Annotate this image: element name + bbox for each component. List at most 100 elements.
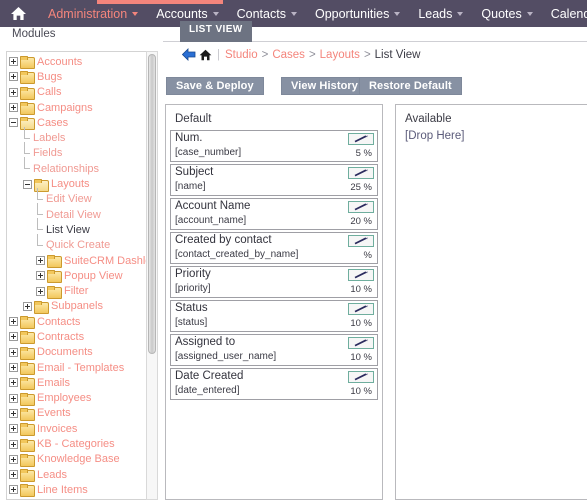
available-drop-target[interactable]: [Drop Here] bbox=[405, 130, 587, 142]
expand-icon[interactable] bbox=[9, 439, 18, 449]
save-and-deploy-button[interactable]: Save & Deploy bbox=[166, 77, 264, 95]
breadcrumb-item-layouts[interactable]: Layouts bbox=[320, 49, 360, 61]
restore-default-button[interactable]: Restore Default bbox=[359, 77, 462, 95]
breadcrumb-home-icon[interactable] bbox=[199, 49, 212, 61]
tree-item-knowledge-base[interactable]: Knowledge Base bbox=[7, 452, 147, 467]
expand-icon[interactable] bbox=[23, 301, 32, 311]
available-columns-panel[interactable]: Available [Drop Here] bbox=[395, 104, 587, 500]
tree-item-contracts[interactable]: Contracts bbox=[7, 329, 147, 345]
tree-item-leads[interactable]: Leads bbox=[7, 467, 147, 483]
tree-item-label: KB - Categories bbox=[37, 438, 115, 451]
sidebar-scrollbar[interactable] bbox=[146, 51, 158, 500]
home-icon[interactable] bbox=[10, 6, 27, 21]
tree-item-kb-categories[interactable]: KB - Categories bbox=[7, 436, 147, 452]
nav-item-leads[interactable]: Leads bbox=[409, 0, 472, 27]
tree-item-label: List View bbox=[46, 223, 90, 236]
folder-closed-icon bbox=[20, 407, 35, 421]
tree-item-calls[interactable]: Calls bbox=[7, 85, 147, 100]
layout-field-row[interactable]: Date Created [date_entered] 10 % bbox=[170, 368, 378, 400]
tree-item-label: Detail View bbox=[46, 208, 101, 221]
expand-icon[interactable] bbox=[9, 378, 18, 388]
nav-item-label: Contacts bbox=[236, 6, 286, 21]
expand-icon[interactable] bbox=[9, 485, 18, 495]
collapse-icon[interactable] bbox=[23, 179, 32, 189]
pencil-icon[interactable] bbox=[348, 167, 374, 179]
nav-item-calendar[interactable]: Calendar bbox=[542, 0, 587, 27]
tree-branch-line bbox=[36, 233, 46, 253]
modules-tree-container: Accounts Bugs Calls Campaigns Cases Labels Fie… bbox=[6, 51, 158, 500]
field-key: [contact_created_by_name] bbox=[175, 249, 299, 260]
expand-icon[interactable] bbox=[9, 408, 18, 418]
nav-item-opportunities[interactable]: Opportunities bbox=[306, 0, 409, 27]
tree-item-filter[interactable]: Filter bbox=[7, 283, 147, 299]
tree-item-label: Leads bbox=[37, 468, 67, 481]
tab-list-view[interactable]: List View bbox=[180, 21, 252, 42]
tree-item-line-items[interactable]: Line Items bbox=[7, 482, 147, 498]
tree-item-accounts[interactable]: Accounts bbox=[7, 54, 147, 70]
back-arrow-icon[interactable] bbox=[182, 48, 196, 61]
layout-field-row[interactable]: Account Name [account_name] 20 % bbox=[170, 198, 378, 230]
nav-item-administration[interactable]: Administration bbox=[39, 0, 147, 27]
tree-item-employees[interactable]: Employees bbox=[7, 391, 147, 406]
tree-item-label: Bugs bbox=[37, 70, 63, 83]
expand-icon[interactable] bbox=[9, 393, 18, 403]
nav-item-quotes[interactable]: Quotes bbox=[472, 0, 541, 27]
tree-item-subpanels[interactable]: Subpanels bbox=[7, 299, 147, 314]
chevron-down-icon bbox=[526, 11, 533, 16]
tree-item-invoices[interactable]: Invoices bbox=[7, 421, 147, 437]
breadcrumb-item-cases[interactable]: Cases bbox=[272, 49, 305, 61]
expand-icon[interactable] bbox=[9, 470, 18, 480]
pencil-icon[interactable] bbox=[348, 235, 374, 247]
expand-icon[interactable] bbox=[36, 256, 45, 265]
tree-item-cases[interactable]: Cases bbox=[7, 115, 147, 131]
sidebar-scrollbar-thumb[interactable] bbox=[148, 54, 156, 354]
expand-icon[interactable] bbox=[36, 271, 45, 281]
collapse-icon[interactable] bbox=[9, 118, 18, 128]
nav-item-label: Calendar bbox=[550, 6, 587, 21]
expand-icon[interactable] bbox=[9, 72, 18, 82]
tree-item-detail-view[interactable]: Detail View bbox=[7, 203, 147, 222]
tree-item-relationships[interactable]: Relationships bbox=[7, 157, 147, 176]
tree-item-events[interactable]: Events bbox=[7, 406, 147, 421]
expand-icon[interactable] bbox=[9, 57, 18, 67]
expand-icon[interactable] bbox=[9, 424, 18, 434]
layout-field-row[interactable]: Status [status] 10 % bbox=[170, 300, 378, 332]
breadcrumb-item-studio[interactable]: Studio bbox=[225, 49, 258, 61]
pencil-icon[interactable] bbox=[348, 133, 374, 145]
chevron-down-icon bbox=[457, 11, 464, 16]
tree-item-edit-view[interactable]: Edit View bbox=[7, 187, 147, 207]
layout-field-row[interactable]: Num. [case_number] 5 % bbox=[170, 130, 378, 162]
expand-icon[interactable] bbox=[9, 363, 18, 373]
expand-icon[interactable] bbox=[9, 454, 18, 464]
expand-icon[interactable] bbox=[9, 332, 18, 342]
field-label: Num. bbox=[175, 132, 203, 144]
tree-item-campaigns[interactable]: Campaigns bbox=[7, 100, 147, 116]
tree-item-documents[interactable]: Documents bbox=[7, 345, 147, 360]
tree-item-contacts[interactable]: Contacts bbox=[7, 314, 147, 330]
tree-item-bugs[interactable]: Bugs bbox=[7, 69, 147, 85]
pencil-icon[interactable] bbox=[348, 371, 374, 383]
pencil-icon[interactable] bbox=[348, 201, 374, 213]
tree-item-layouts[interactable]: Layouts bbox=[7, 176, 147, 192]
view-history-button[interactable]: View History bbox=[281, 77, 369, 95]
expand-icon[interactable] bbox=[9, 103, 18, 113]
expand-icon[interactable] bbox=[36, 286, 45, 296]
tree-item-email-templates[interactable]: Email - Templates bbox=[7, 360, 147, 376]
tree-item-emails[interactable]: Emails bbox=[7, 375, 147, 391]
tree-item-suitecrm-dashlet[interactable]: SuiteCRM Dashlet bbox=[7, 253, 154, 268]
tree-item-labels[interactable]: Labels bbox=[7, 126, 147, 145]
tree-item-quick-create[interactable]: Quick Create bbox=[7, 233, 147, 253]
expand-icon[interactable] bbox=[9, 87, 18, 97]
layout-field-row[interactable]: Priority [priority] 10 % bbox=[170, 266, 378, 298]
pencil-icon[interactable] bbox=[348, 337, 374, 349]
tree-item-fields[interactable]: Fields bbox=[7, 141, 147, 161]
layout-field-row[interactable]: Assigned to [assigned_user_name] 10 % bbox=[170, 334, 378, 366]
layout-field-row[interactable]: Subject [name] 25 % bbox=[170, 164, 378, 196]
pencil-icon[interactable] bbox=[348, 269, 374, 281]
tree-item-popup-view[interactable]: Popup View bbox=[7, 268, 147, 284]
expand-icon[interactable] bbox=[9, 317, 18, 327]
pencil-icon[interactable] bbox=[348, 303, 374, 315]
tree-item-list-view[interactable]: List View bbox=[7, 218, 147, 237]
layout-field-row[interactable]: Created by contact [contact_created_by_na… bbox=[170, 232, 378, 264]
expand-icon[interactable] bbox=[9, 347, 18, 357]
